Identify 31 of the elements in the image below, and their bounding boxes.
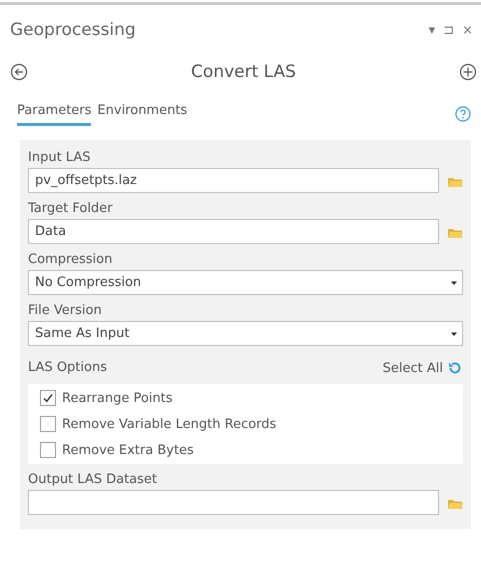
checkbox-label: Rearrange Points (62, 390, 173, 406)
help-icon[interactable] (455, 106, 471, 122)
checkbox[interactable] (40, 442, 56, 458)
reset-arrow-icon[interactable] (447, 360, 463, 376)
parameter-label: LAS Options (28, 359, 107, 377)
select-all-link[interactable]: Select All (382, 360, 443, 376)
close-button[interactable]: × (460, 22, 475, 38)
add-icon[interactable] (459, 63, 477, 81)
checkbox-label: Remove Variable Length Records (62, 416, 276, 432)
parameter-label: Input LAS (28, 149, 92, 167)
dropdown[interactable]: Same As Input (28, 321, 463, 346)
pane-title: Geoprocessing (10, 20, 136, 40)
options-menu-button[interactable]: ▾ (426, 22, 438, 38)
file-path-field[interactable] (28, 490, 439, 515)
checkbox[interactable] (40, 390, 56, 406)
file-path-field[interactable]: Data (28, 219, 439, 244)
tab[interactable]: Environments (97, 101, 188, 126)
dropdown[interactable]: No Compression (28, 270, 463, 295)
dropdown-caret-icon[interactable] (450, 280, 458, 286)
parameter-label: Output LAS Dataset (28, 471, 158, 489)
pin-button[interactable]: ⊐ (441, 22, 456, 38)
checkmark-icon (42, 392, 54, 404)
parameter-label: Target Folder (28, 200, 114, 218)
file-path-field[interactable]: pv_offsetpts.laz (28, 168, 439, 193)
checkbox-label: Remove Extra Bytes (62, 442, 194, 458)
parameter-label: File Version (28, 302, 103, 320)
dropdown-caret-icon[interactable] (450, 330, 458, 336)
checkbox[interactable] (40, 416, 56, 432)
tab[interactable]: Parameters (17, 101, 92, 126)
tool-title: Convert LAS (191, 62, 296, 82)
parameter-label: Compression (28, 251, 114, 269)
